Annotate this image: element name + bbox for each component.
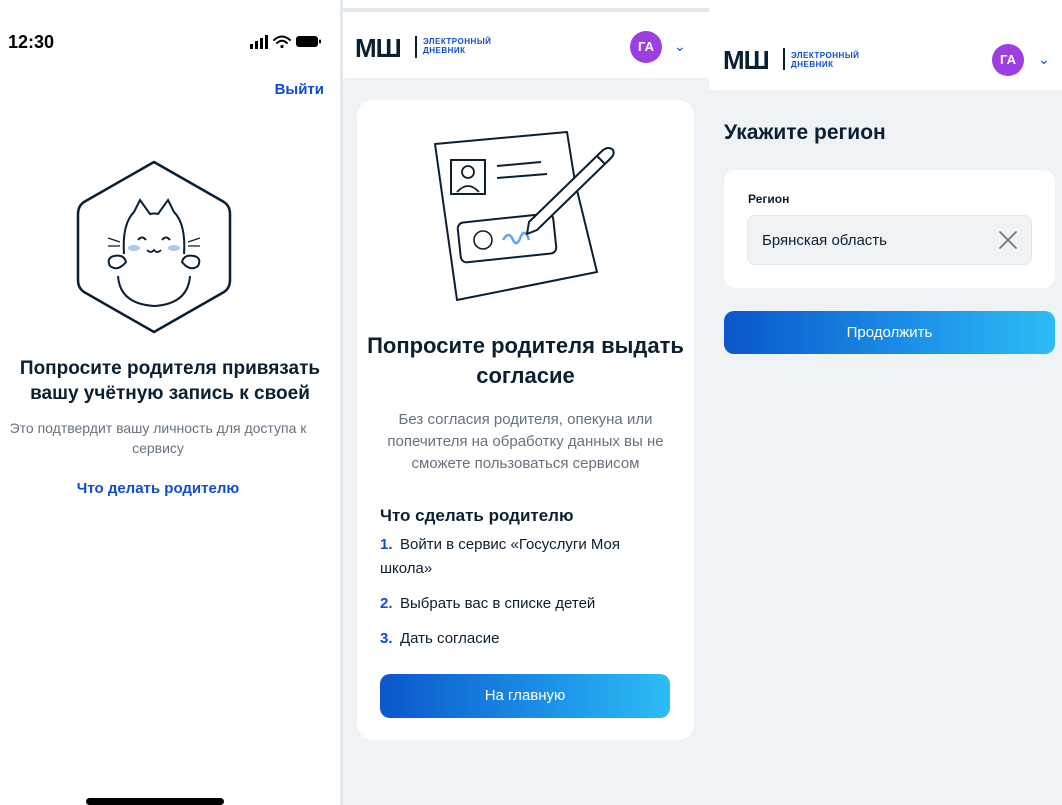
logo-divider [783,48,785,70]
parent-instructions-link[interactable]: Что делать родителю [0,480,316,497]
region-label: Регион [748,192,790,206]
list-item: 3. Дать согласие [380,627,660,651]
continue-button[interactable]: Продолжить [724,311,1055,354]
logo-text-line1: ЭЛЕКТРОННЫЙ [423,37,492,46]
app-header: МШ ЭЛЕКТРОННЫЙ ДНЕВНИК ГА ⌄ [343,0,709,78]
document-illustration [434,131,615,301]
step-number: 2. [380,595,393,612]
home-indicator [86,798,224,805]
avatar[interactable]: ГА [630,31,662,63]
chevron-down-icon[interactable]: ⌄ [1038,51,1050,68]
logo-text-line2: ДНЕВНИК [791,60,834,69]
cat-illustration [76,160,232,334]
close-icon[interactable] [997,229,1019,251]
screen-consent-request: 12:30 Выйти Попросите родителя привязать… [0,0,340,805]
logo-mark[interactable]: МШ [355,33,402,64]
logout-button[interactable]: Выйти [275,81,324,98]
page-title: Укажите регион [724,121,886,144]
step-number: 1. [380,536,393,553]
region-input[interactable]: Брянская область [747,215,1032,265]
steps-title: Что сделать родителю [380,506,574,525]
status-icons [250,34,324,55]
step-text: Войти в сервис «Госуслуги Моя школа» [380,536,621,577]
region-card: Регион Брянская область [724,170,1055,288]
screen-region-select: МШ ЭЛЕКТРОННЫЙ ДНЕВНИК ГА ⌄ Укажите реги… [709,0,1062,805]
status-bar: 12:30 [0,0,340,80]
battery-icon [296,36,321,47]
page-subtitle: Это подтвердит вашу личность для доступа… [9,420,307,456]
chevron-down-icon[interactable]: ⌄ [674,38,686,55]
home-button[interactable]: На главную [380,674,670,718]
logo-text-line1: ЭЛЕКТРОННЫЙ [791,51,860,60]
wifi-icon [273,35,291,49]
page-title: Попросите родителя привязать вашу учётну… [19,358,321,404]
signal-icon [250,35,268,49]
region-value: Брянская область [762,232,887,249]
card-title: Попросите родителя выдать согласие [367,333,684,388]
logo-divider [415,36,417,58]
list-item: 1. Войти в сервис «Госуслуги Моя школа» [380,533,660,581]
status-time: 12:30 [8,32,55,52]
step-text: Выбрать вас в списке детей [400,595,596,612]
step-number: 3. [380,630,393,647]
app-header: МШ ЭЛЕКТРОННЫЙ ДНЕВНИК ГА ⌄ [709,30,1062,90]
list-item: 2. Выбрать вас в списке детей [380,592,660,616]
consent-card: Попросите родителя выдать согласие Без с… [357,100,694,740]
card-description: Без согласия родителя, опекуна или попеч… [387,411,664,472]
logo-text-line2: ДНЕВНИК [423,46,466,55]
screen-consent-web: МШ ЭЛЕКТРОННЫЙ ДНЕВНИК ГА ⌄ Попросите ро… [343,0,709,805]
step-text: Дать согласие [400,630,500,647]
logo-mark[interactable]: МШ [723,45,770,76]
avatar[interactable]: ГА [992,44,1024,76]
